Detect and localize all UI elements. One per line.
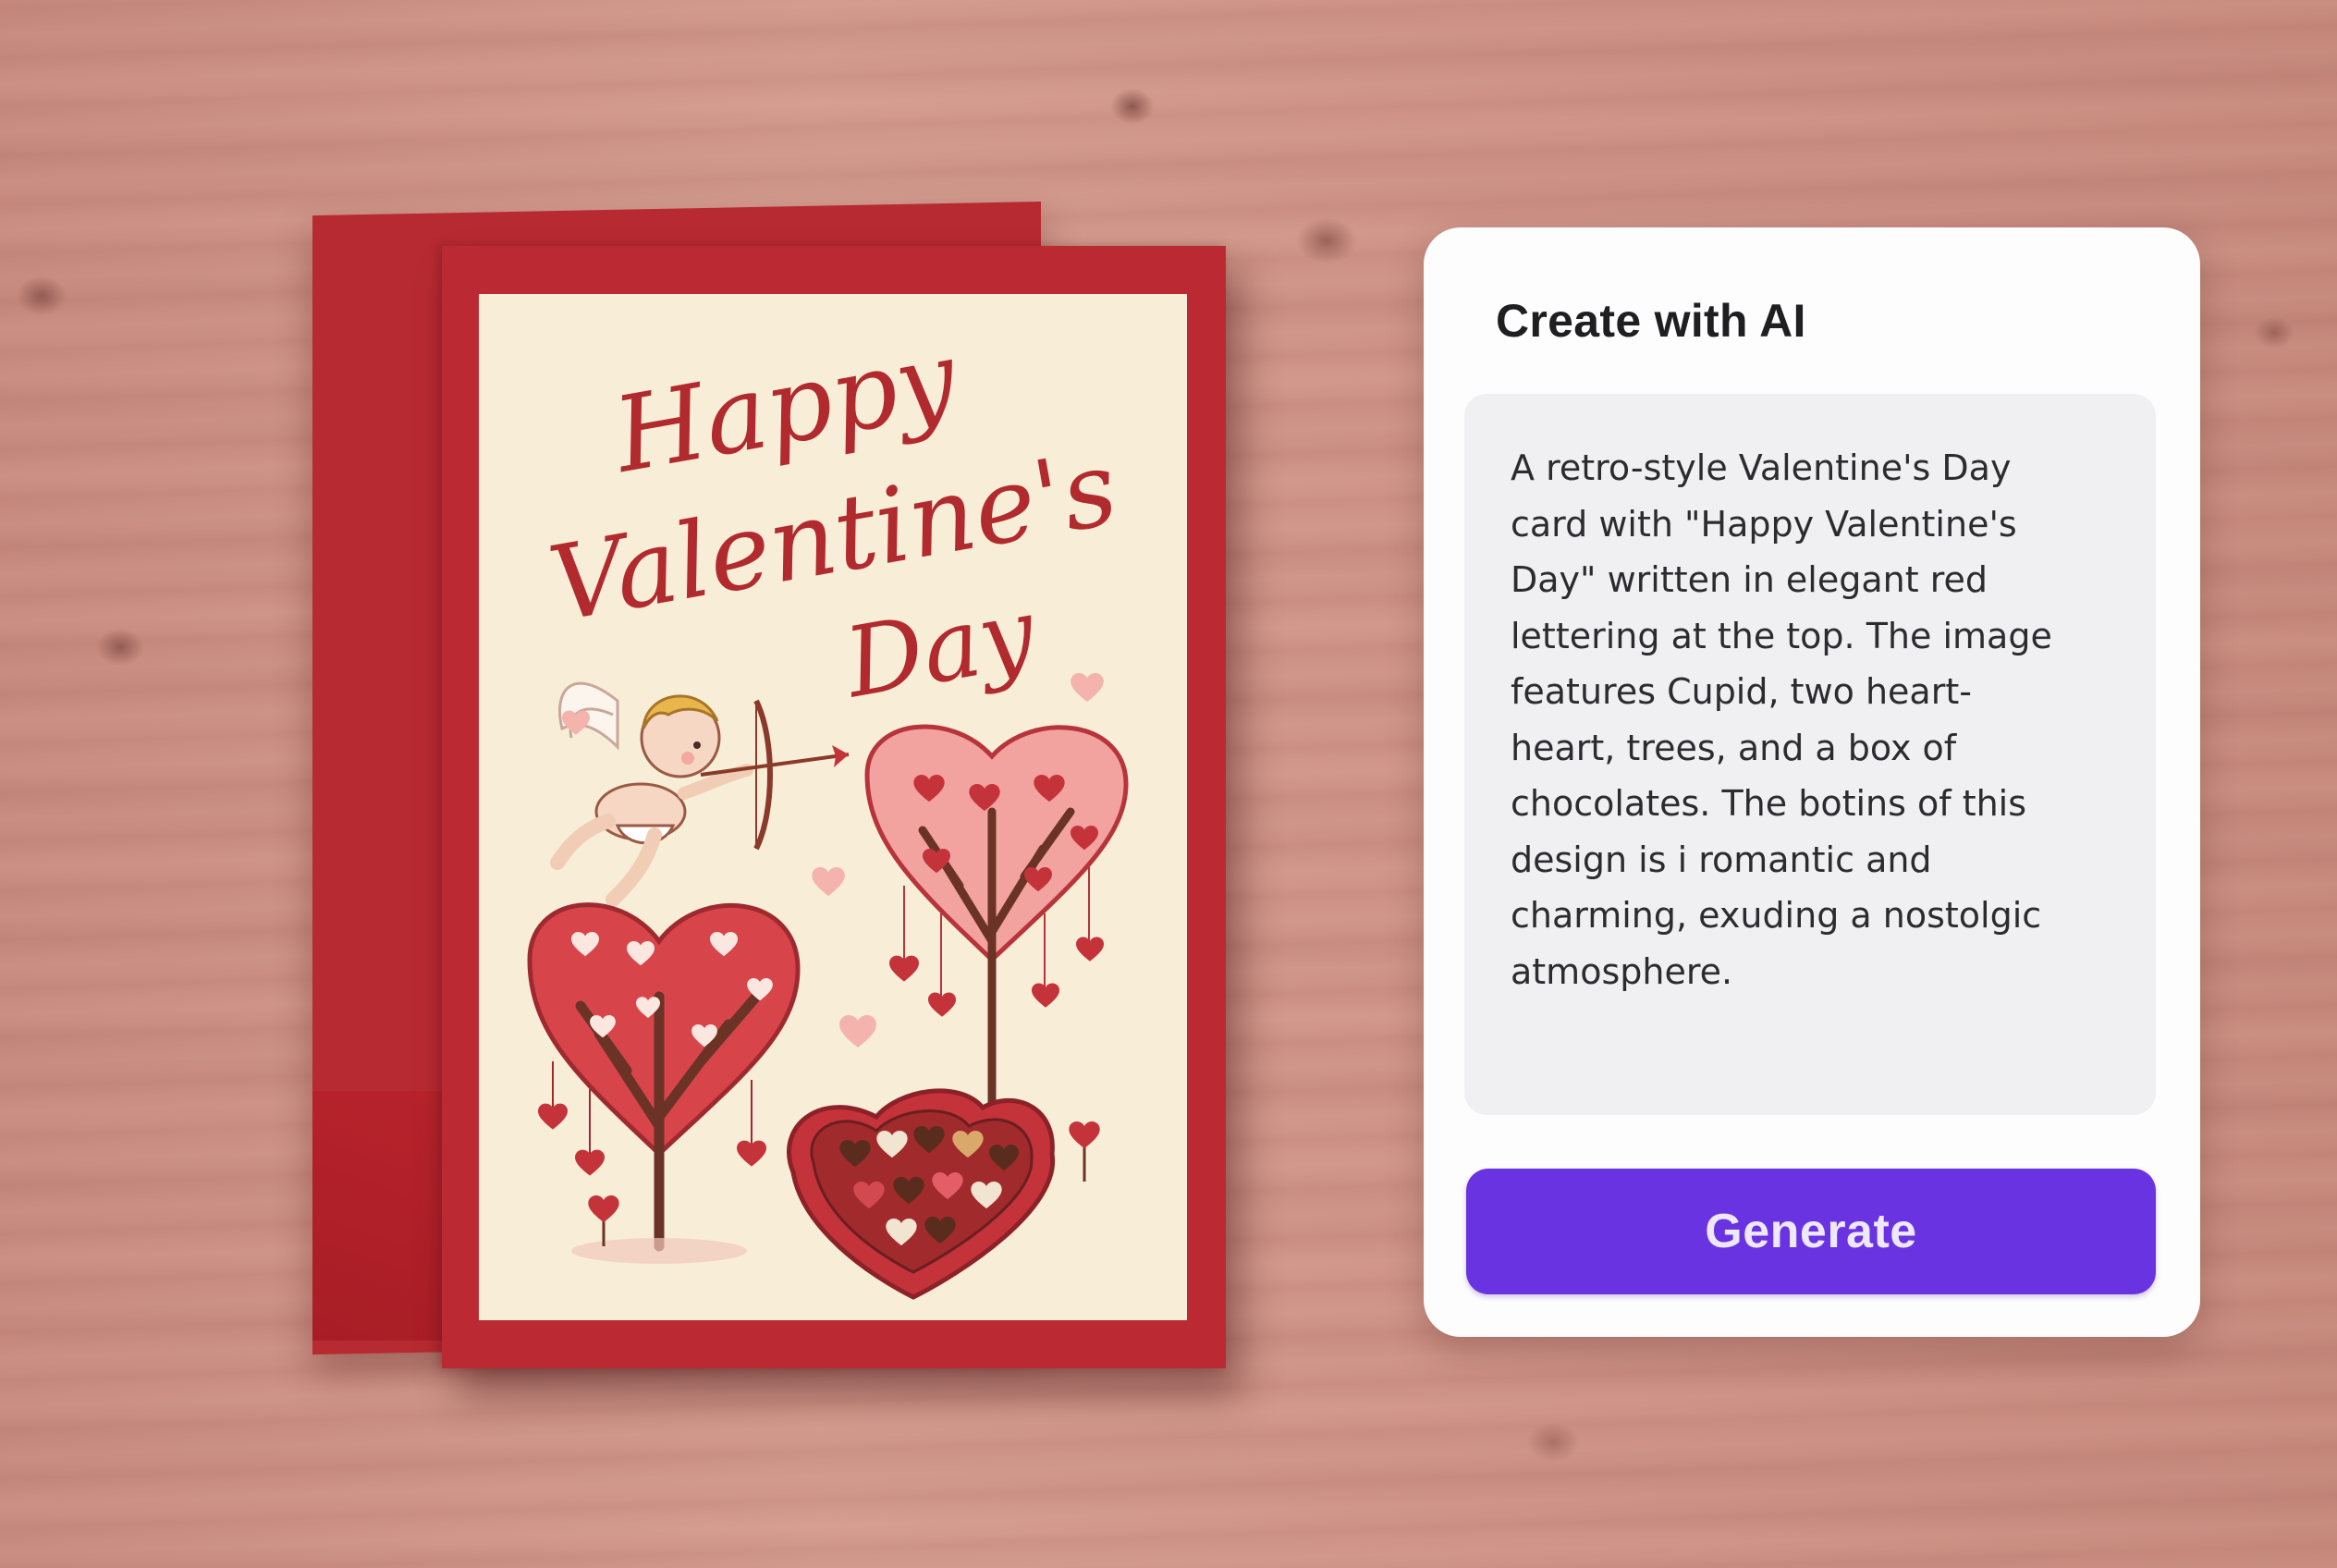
create-with-ai-panel: Create with AI A retro-style Valentine's… bbox=[1424, 227, 2200, 1337]
card-title-line3: Day bbox=[836, 576, 1044, 720]
generate-button[interactable]: Generate bbox=[1466, 1169, 2156, 1294]
chocolate-box-illustration bbox=[787, 1088, 1056, 1300]
valentine-card: Happy Valentine's Day bbox=[442, 246, 1226, 1368]
prompt-textarea[interactable]: A retro-style Valentine's Day card with … bbox=[1464, 394, 2156, 1115]
prompt-text: A retro-style Valentine's Day card with … bbox=[1511, 447, 2052, 992]
card-illustration-panel: Happy Valentine's Day bbox=[479, 294, 1187, 1320]
heart-tree-right bbox=[864, 724, 1129, 1112]
panel-title: Create with AI bbox=[1496, 295, 1806, 347]
card-illustration: Happy Valentine's Day bbox=[527, 318, 1129, 1300]
heart-tree-left bbox=[527, 902, 801, 1264]
cupid-illustration bbox=[550, 681, 850, 907]
